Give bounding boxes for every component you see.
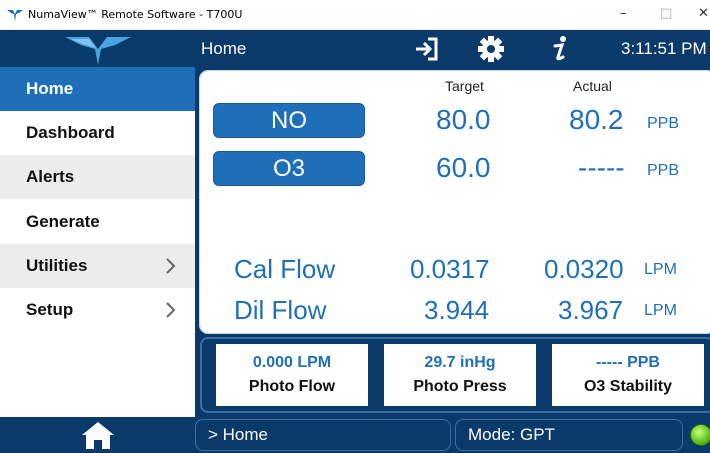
no-unit: PPB	[647, 115, 680, 132]
page-title: Home	[201, 39, 247, 58]
actual-column-header: Actual	[573, 78, 612, 94]
sidebar-item-label: Utilities	[26, 256, 88, 275]
tile-label: Photo Flow	[248, 378, 336, 395]
sidebar-item-alerts[interactable]: Alerts	[0, 155, 195, 199]
sidebar-nav: Home Dashboard Alerts Generate Utilities…	[0, 67, 195, 417]
sidebar-item-label: Setup	[26, 300, 74, 319]
teledyne-logo-icon	[0, 30, 195, 67]
chevron-right-icon	[166, 302, 176, 318]
no-target-value: 80.0	[436, 104, 491, 135]
o3-target-value: 60.0	[436, 152, 491, 183]
sidebar-item-label: Generate	[26, 212, 100, 231]
status-led-icon	[690, 424, 710, 446]
tile-label: O3 Stability	[583, 378, 673, 395]
o3-stability-tile[interactable]: ----- PPB O3 Stability	[552, 344, 704, 406]
target-column-header: Target	[445, 78, 484, 94]
sign-in-icon[interactable]	[412, 34, 442, 64]
close-button[interactable]: ✕	[698, 6, 709, 21]
no-actual-value: 80.2	[569, 104, 624, 135]
sidebar-item-label: Dashboard	[26, 123, 115, 142]
home-button[interactable]	[0, 417, 195, 453]
sidebar-item-utilities[interactable]: Utilities	[0, 244, 195, 288]
gas-name: O3	[272, 154, 305, 182]
dil-flow-unit: LPM	[644, 302, 677, 319]
o3-actual-value: -----	[578, 152, 625, 183]
breadcrumb-text: > Home	[208, 425, 268, 444]
gas-name: NO	[271, 106, 307, 134]
breadcrumb: > Home	[195, 419, 451, 451]
sidebar-item-home[interactable]: Home	[0, 67, 195, 111]
photo-flow-tile[interactable]: 0.000 LPM Photo Flow	[216, 344, 368, 406]
minimize-button[interactable]: –	[620, 6, 627, 21]
dil-flow-label: Dil Flow	[234, 295, 327, 325]
app-header: Home 3:11:51 PM	[0, 30, 710, 67]
o3-unit: PPB	[647, 162, 680, 179]
maximize-button[interactable]: □	[660, 6, 672, 21]
sidebar-item-generate[interactable]: Generate	[0, 200, 195, 244]
teledyne-app-icon	[6, 6, 24, 24]
cal-flow-target-value: 0.0317	[410, 254, 490, 284]
mode-indicator: Mode: GPT	[455, 419, 683, 451]
chevron-right-icon	[166, 258, 176, 274]
cal-flow-unit: LPM	[644, 261, 677, 278]
dil-flow-target-value: 3.944	[424, 295, 490, 325]
house-icon	[81, 422, 114, 449]
window-title: NumaView™ Remote Software - T700U	[28, 8, 243, 21]
window-titlebar: NumaView™ Remote Software - T700U – □ ✕	[0, 0, 710, 30]
sidebar-item-setup[interactable]: Setup	[0, 288, 195, 332]
gear-icon[interactable]	[476, 34, 506, 64]
info-icon[interactable]	[545, 34, 575, 64]
clock-readout: 3:11:51 PM	[621, 39, 707, 58]
cal-flow-actual-value: 0.0320	[544, 254, 624, 284]
sidebar-item-label: Alerts	[26, 167, 75, 186]
sidebar-item-label: Home	[26, 79, 74, 98]
gas-no-button[interactable]: NO	[213, 103, 365, 138]
cal-flow-label: Cal Flow	[234, 254, 336, 284]
dil-flow-actual-value: 3.967	[558, 295, 624, 325]
tile-value: 0.000 LPM	[252, 354, 332, 371]
tile-value: ----- PPB	[596, 354, 660, 371]
tile-label: Photo Press	[413, 378, 507, 395]
photo-press-tile[interactable]: 29.7 inHg Photo Press	[384, 344, 536, 406]
mode-text: Mode: GPT	[468, 425, 555, 444]
footer-bar: > Home Mode: GPT	[0, 417, 710, 453]
sidebar-item-dashboard[interactable]: Dashboard	[0, 111, 195, 155]
gas-o3-button[interactable]: O3	[213, 151, 365, 186]
tile-value: 29.7 inHg	[424, 354, 496, 371]
